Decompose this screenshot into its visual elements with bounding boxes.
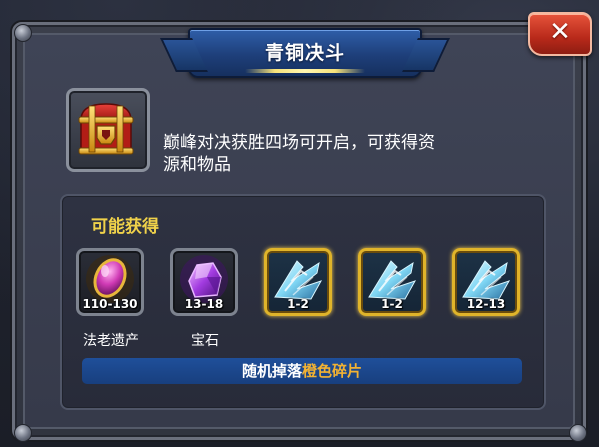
drop-note-highlight: 橙色碎片 [302,362,363,380]
item-label: 宝石 [191,333,219,349]
close-button[interactable]: ✕ [528,12,592,56]
reward-item-shard[interactable]: 1-2 [358,248,426,316]
title-glow [245,69,365,73]
item-count: 1-2 [381,297,403,311]
reward-item-shard[interactable]: 12-13 [452,248,520,316]
item-count: 1-2 [287,297,309,311]
reward-item-legacy[interactable]: 110-130 [76,248,144,316]
description-text: 巅峰对决获胜四场可开启，可获得资 源和物品 [163,132,503,176]
title-banner: 青铜决斗 [188,28,422,78]
item-count: 12-13 [466,297,506,311]
item-count: 110-130 [82,297,138,311]
corner-rivet [14,24,32,42]
chest-frame [66,88,150,172]
item-count: 13-18 [184,297,224,311]
close-icon: ✕ [549,17,571,47]
item-label: 法老遗产 [83,333,139,349]
rewards-title: 可能获得 [91,217,159,237]
treasure-chest-icon [78,103,134,155]
dialog-title: 青铜决斗 [264,42,345,64]
drop-note-bar: 随机掉落橙色碎片 [82,358,522,384]
corner-rivet [569,424,587,442]
reward-item-gem[interactable]: 13-18 [170,248,238,316]
description-line-1: 巅峰对决获胜四场可开启，可获得资 [163,133,435,153]
drop-note-prefix: 随机掉落 [241,362,302,380]
corner-rivet [14,424,32,442]
description-line-2: 源和物品 [163,155,231,175]
reward-item-shard[interactable]: 1-2 [264,248,332,316]
